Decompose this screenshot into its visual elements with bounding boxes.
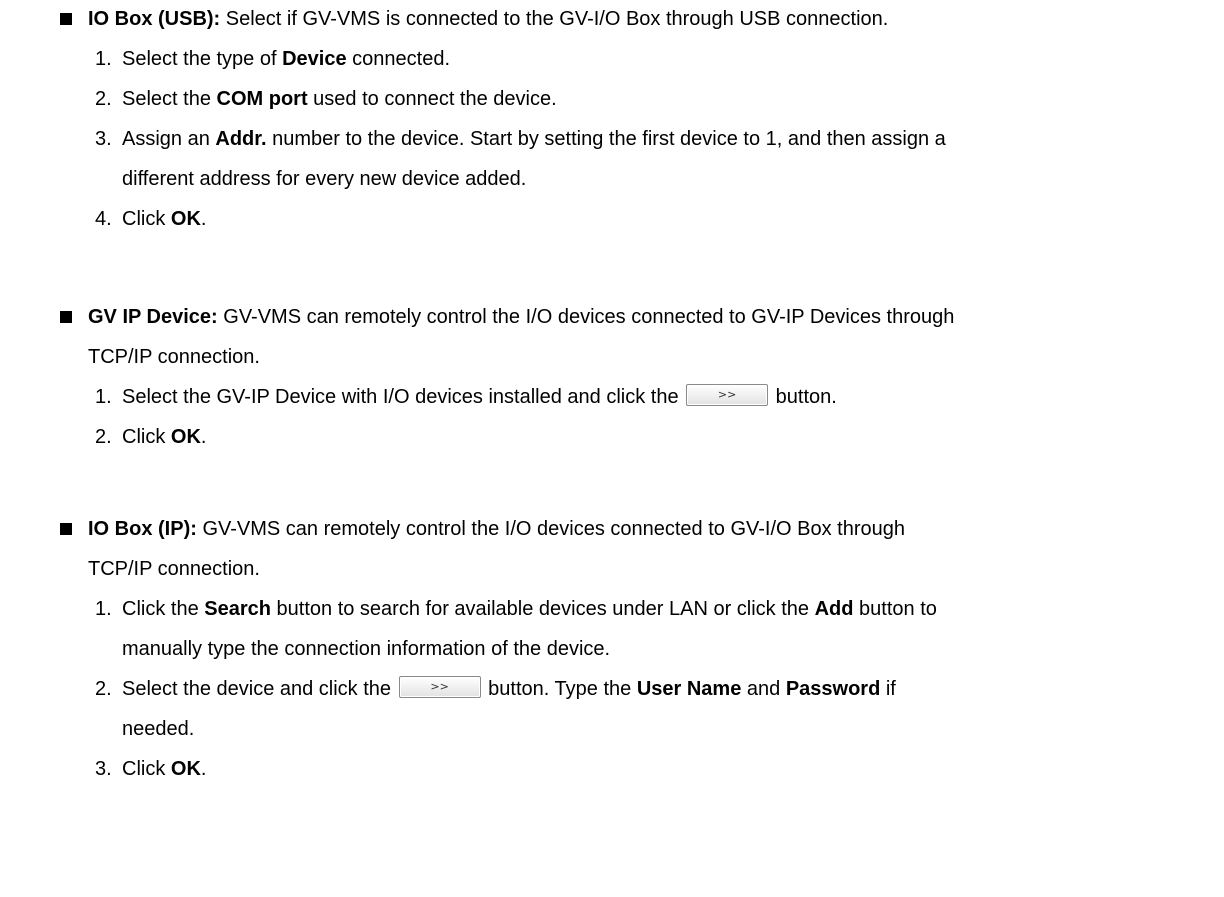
- step-text: Assign an: [122, 128, 216, 150]
- step-number: 1.: [95, 598, 112, 620]
- section-title: GV IP Device:: [88, 306, 218, 328]
- section-title: IO Box (USB):: [88, 8, 221, 30]
- bullet-item: IO Box (USB): Select if GV-VMS is connec…: [0, 0, 1224, 39]
- section-io-box-usb: IO Box (USB): Select if GV-VMS is connec…: [0, 0, 1224, 239]
- step-item: 2. Select the COM port used to connect t…: [0, 79, 1202, 119]
- step-text: used to connect the device.: [307, 88, 557, 110]
- step-number: 3.: [95, 758, 112, 780]
- step-continuation: needed.: [122, 718, 195, 740]
- step-text: connected.: [346, 48, 451, 70]
- step-text: Select the: [122, 88, 217, 110]
- step-text: Click: [122, 208, 171, 230]
- step-continuation: different address for every new device a…: [122, 168, 527, 190]
- step-bold-text: User Name: [636, 678, 742, 700]
- step-item: 4. Click OK.: [0, 199, 1202, 239]
- section-intro: GV-VMS can remotely control the I/O devi…: [196, 518, 906, 540]
- forward-arrow-button: >>: [398, 675, 481, 698]
- section-intro-continuation: TCP/IP connection.: [88, 346, 260, 368]
- step-bold-text: Device: [282, 48, 347, 70]
- step-number: 2.: [95, 678, 112, 700]
- step-number: 2.: [95, 426, 112, 448]
- section-title: IO Box (IP):: [88, 518, 197, 540]
- square-bullet-icon: [60, 523, 72, 535]
- step-text: button.: [770, 386, 837, 408]
- section-intro: Select if GV-VMS is connected to the GV-…: [220, 8, 889, 30]
- step-text: Click: [122, 758, 171, 780]
- step-text: if: [880, 678, 896, 700]
- square-bullet-icon: [60, 13, 72, 25]
- bullet-item: GV IP Device: GV-VMS can remotely contro…: [0, 297, 1224, 337]
- step-text: Select the device and click the: [122, 678, 397, 700]
- step-item: 2. Select the device and click the >> bu…: [0, 669, 1202, 709]
- step-bold-text: OK: [170, 426, 201, 448]
- step-text: .: [200, 208, 207, 230]
- step-item: 3. Assign an Addr. number to the device.…: [0, 119, 1202, 159]
- step-item: 1. Click the Search button to search for…: [0, 589, 1202, 629]
- step-text: number to the device. Start by setting t…: [266, 128, 946, 150]
- step-bold-text: Add: [814, 598, 854, 620]
- step-text: Select the GV-IP Device with I/O devices…: [122, 386, 685, 408]
- step-number: 1.: [95, 48, 112, 70]
- section-gv-ip-device: GV IP Device: GV-VMS can remotely contro…: [0, 297, 1224, 457]
- section-intro: GV-VMS can remotely control the I/O devi…: [217, 306, 955, 328]
- step-number: 3.: [95, 128, 112, 150]
- section-intro-continuation: TCP/IP connection.: [88, 558, 260, 580]
- step-item: 1. Select the GV-IP Device with I/O devi…: [0, 377, 1202, 417]
- step-bold-text: Password: [785, 678, 881, 700]
- step-text: Select the type of: [122, 48, 283, 70]
- step-item: 2. Click OK.: [0, 417, 1202, 457]
- step-bold-text: OK: [170, 758, 201, 780]
- section-io-box-ip: IO Box (IP): GV-VMS can remotely control…: [0, 509, 1224, 789]
- document-page: IO Box (USB): Select if GV-VMS is connec…: [0, 0, 1224, 897]
- step-continuation: manually type the connection information…: [122, 638, 611, 660]
- step-number: 1.: [95, 386, 112, 408]
- step-text: Click: [122, 426, 171, 448]
- bullet-item: IO Box (IP): GV-VMS can remotely control…: [0, 509, 1224, 549]
- step-item: 3. Click OK.: [0, 749, 1202, 789]
- step-number: 4.: [95, 208, 112, 230]
- step-text: .: [200, 758, 207, 780]
- step-bold-text: COM port: [216, 88, 308, 110]
- forward-arrow-button: >>: [686, 383, 769, 406]
- step-text: Click the: [122, 598, 205, 620]
- step-item: 1. Select the type of Device connected.: [0, 39, 1202, 79]
- step-text: button to: [853, 598, 937, 620]
- step-text: button to search for available devices u…: [270, 598, 815, 620]
- step-text: and: [741, 678, 786, 700]
- step-bold-text: OK: [170, 208, 201, 230]
- step-bold-text: Addr.: [215, 128, 267, 150]
- step-number: 2.: [95, 88, 112, 110]
- square-bullet-icon: [60, 311, 72, 323]
- step-text: button. Type the: [482, 678, 637, 700]
- step-bold-text: Search: [204, 598, 271, 620]
- step-text: .: [200, 426, 207, 448]
